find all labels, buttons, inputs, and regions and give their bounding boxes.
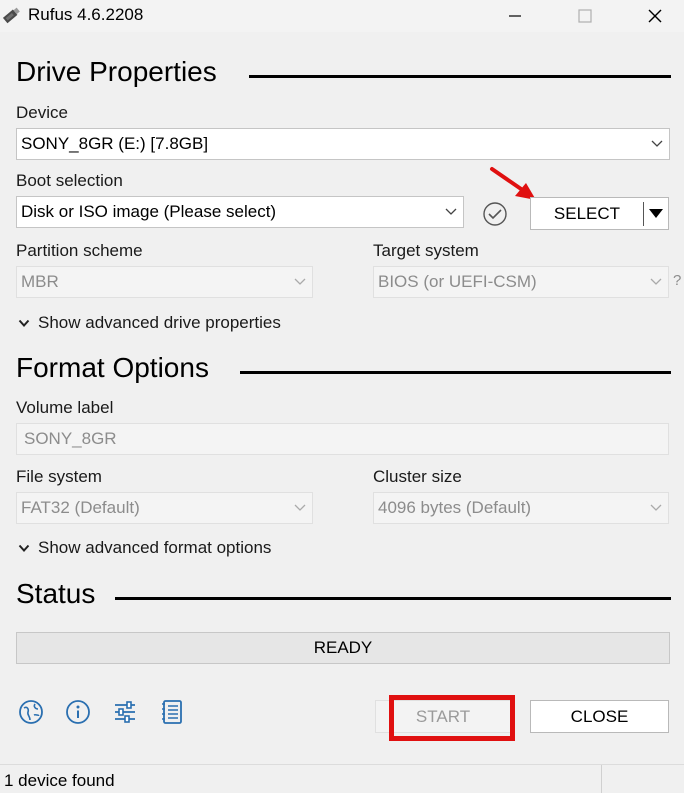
cluster-size-value: 4096 bytes (Default) [378, 498, 532, 517]
drive-properties-heading: Drive Properties [16, 56, 217, 87]
format-options-heading: Format Options [16, 352, 209, 383]
status-bar: 1 device found [0, 764, 684, 793]
status-progress-text: READY [313, 638, 373, 657]
file-system-value: FAT32 (Default) [21, 498, 140, 517]
cluster-size-select[interactable]: 4096 bytes (Default) [373, 492, 669, 524]
advanced-drive-properties-label: Show advanced drive properties [38, 313, 281, 332]
volume-label-input[interactable]: SONY_8GR [16, 423, 669, 455]
status-progress-bar: READY [16, 632, 670, 664]
chevron-down-icon [644, 267, 668, 297]
advanced-format-options-toggle[interactable]: Show advanced format options [18, 538, 271, 558]
boot-selection-select[interactable]: Disk or ISO image (Please select) [16, 196, 464, 228]
volume-label-value: SONY_8GR [24, 429, 117, 448]
select-image-button[interactable]: SELECT [530, 197, 669, 230]
device-select[interactable]: SONY_8GR (E:) [7.8GB] [16, 128, 670, 160]
chevron-down-icon [288, 267, 312, 297]
minimize-button[interactable] [492, 0, 538, 32]
file-system-label: File system [16, 467, 102, 486]
status-bar-text: 1 device found [4, 771, 115, 790]
annotation-highlight-box [389, 695, 515, 741]
file-system-select[interactable]: FAT32 (Default) [16, 492, 313, 524]
maximize-icon [578, 9, 592, 23]
maximize-button[interactable] [562, 0, 608, 32]
volume-label-label: Volume label [16, 398, 114, 417]
section-divider [240, 371, 671, 374]
partition-scheme-label: Partition scheme [16, 241, 143, 260]
language-button[interactable] [17, 698, 45, 726]
select-button-label: SELECT [553, 203, 621, 223]
advanced-drive-properties-toggle[interactable]: Show advanced drive properties [18, 313, 281, 333]
close-button-label: CLOSE [570, 706, 629, 726]
status-bar-divider [601, 765, 602, 793]
target-system-value: BIOS (or UEFI-CSM) [378, 272, 537, 291]
partition-scheme-select[interactable]: MBR [16, 266, 313, 298]
close-window-button[interactable] [632, 0, 678, 32]
usb-drive-icon [2, 7, 20, 24]
log-button[interactable] [158, 698, 186, 726]
chevron-down-icon [18, 319, 30, 327]
caret-down-icon[interactable] [644, 209, 668, 218]
target-system-help[interactable]: ? [673, 272, 681, 289]
about-button[interactable] [64, 698, 92, 726]
language-globe-icon [19, 700, 43, 724]
target-system-select[interactable]: BIOS (or UEFI-CSM) [373, 266, 669, 298]
minimize-icon [509, 15, 521, 17]
chevron-down-icon [288, 493, 312, 523]
device-value: SONY_8GR (E:) [7.8GB] [21, 134, 209, 153]
window-title: Rufus 4.6.2208 [28, 5, 144, 24]
section-divider [115, 597, 671, 600]
chevron-down-icon [439, 197, 463, 227]
chevron-down-icon [645, 129, 669, 159]
log-icon [162, 700, 182, 724]
partition-scheme-value: MBR [21, 272, 59, 291]
close-icon [648, 9, 662, 23]
settings-button[interactable] [111, 698, 139, 726]
close-button[interactable]: CLOSE [530, 700, 669, 733]
section-divider [249, 75, 671, 78]
target-system-label: Target system [373, 241, 479, 260]
status-heading: Status [16, 578, 96, 609]
title-bar: Rufus 4.6.2208 [0, 0, 684, 32]
boot-selection-value: Disk or ISO image (Please select) [21, 202, 277, 221]
chevron-down-icon [644, 493, 668, 523]
chevron-down-icon [18, 544, 30, 552]
advanced-format-options-label: Show advanced format options [38, 538, 272, 557]
device-label: Device [16, 103, 68, 122]
info-icon [66, 700, 90, 724]
cluster-size-label: Cluster size [373, 467, 462, 486]
settings-sliders-icon [115, 701, 135, 723]
boot-selection-label: Boot selection [16, 171, 123, 190]
